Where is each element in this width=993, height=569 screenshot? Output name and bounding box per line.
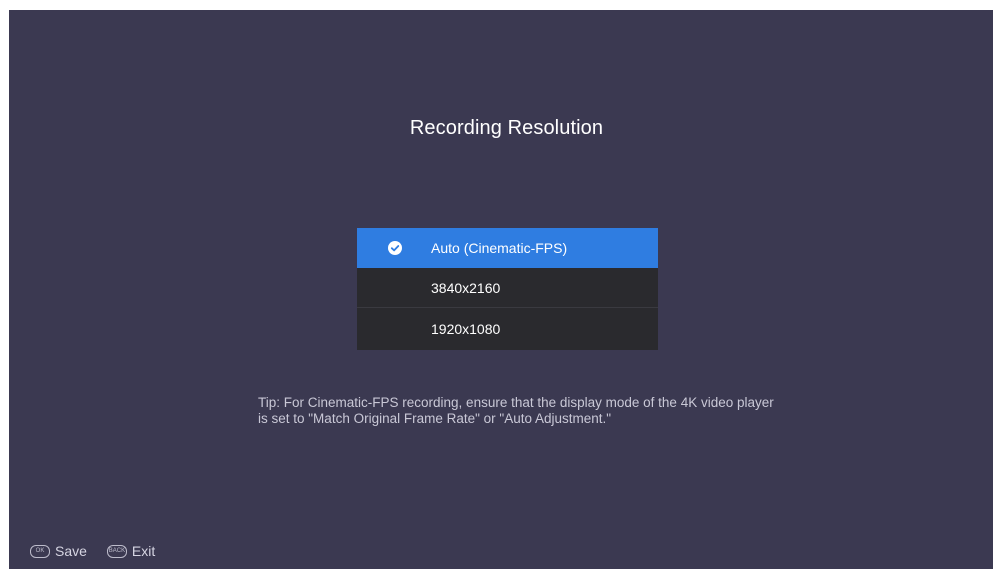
option-label: 3840x2160 — [431, 279, 501, 296]
tip-text: Tip: For Cinematic-FPS recording, ensure… — [258, 395, 774, 426]
exit-label: Exit — [131, 543, 156, 559]
check-circle-icon — [388, 241, 402, 255]
save-hint[interactable]: OK Save — [30, 543, 87, 559]
save-label: Save — [55, 543, 87, 559]
option-label: 1920x1080 — [431, 321, 501, 337]
option-label: Auto (Cinematic-FPS) — [431, 240, 568, 256]
ok-key-icon: OK — [30, 544, 50, 558]
resolution-option-list: Auto (Cinematic-FPS) 3840x2160 1920x1080 — [357, 228, 658, 350]
page-title: Recording Resolution — [409, 117, 604, 139]
back-key-icon: BACK — [106, 544, 127, 558]
settings-screen: Recording Resolution Auto (Cinematic-FPS… — [9, 10, 993, 569]
option-auto-cinematic-fps[interactable]: Auto (Cinematic-FPS) — [357, 228, 658, 268]
footer-hints: OK Save BACK Exit — [30, 543, 175, 559]
option-1920x1080[interactable]: 1920x1080 — [357, 308, 658, 350]
exit-hint[interactable]: BACK Exit — [106, 543, 156, 559]
option-3840x2160[interactable]: 3840x2160 — [357, 268, 658, 308]
